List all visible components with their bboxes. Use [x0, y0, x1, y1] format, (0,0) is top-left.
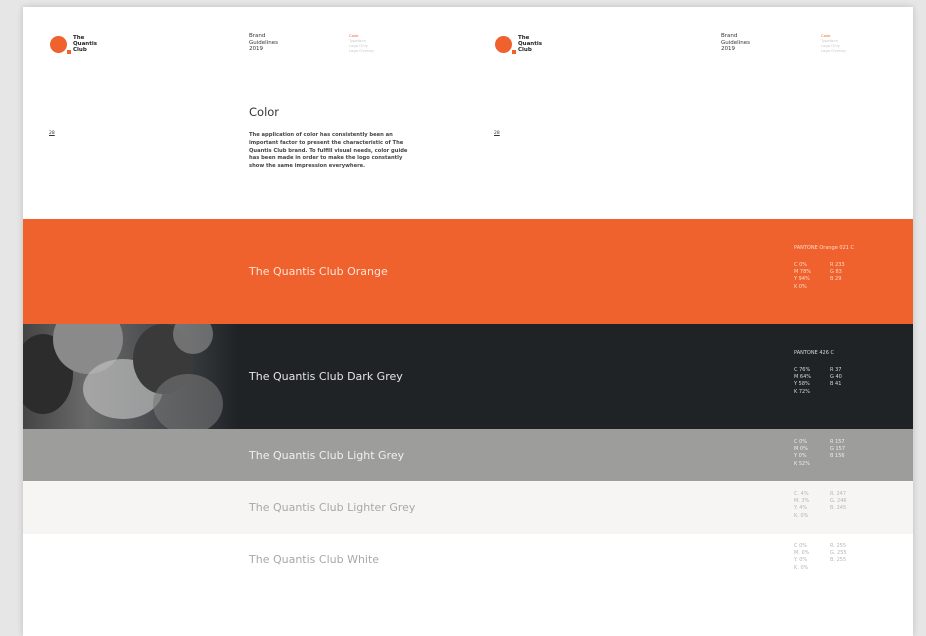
spec-value: K 0% — [794, 283, 807, 290]
spec-value: B 156 — [830, 453, 845, 460]
swatch-name: The Quantis Club Lighter Grey — [249, 501, 416, 514]
swatch-specs: C 76% M 64% Y 58% K 72% R 37 G 40 B 41 — [794, 367, 866, 396]
spec-value: B 29 — [830, 276, 842, 283]
logo-mark-icon — [495, 35, 516, 54]
section-title: Color — [249, 105, 280, 119]
athletes-photo — [23, 324, 238, 429]
spec-value: C 0% — [794, 439, 808, 445]
swatch-specs: C. 4% M. 3% Y. 4% K. 0% R. 247 G. 246 B. 245 — [794, 491, 866, 520]
spec-value: R 37 — [830, 367, 842, 373]
spec-value: M. 3% — [794, 498, 810, 505]
page-marker-right: 28 — [494, 131, 500, 136]
swatch-white: The Quantis Club White C 0% M. 0% Y. 0% K. … — [23, 534, 913, 586]
logo-line: Club — [518, 47, 532, 53]
spec-value: G. 246 — [830, 498, 847, 505]
spec-value: M 78% — [794, 269, 812, 276]
spec-value: R. 255 — [830, 543, 847, 549]
spec-value: M 0% — [794, 446, 808, 453]
spec-value: C. 4% — [794, 491, 809, 497]
logo-right: The Quantis Club — [495, 35, 542, 54]
spec-value: G 40 — [830, 374, 842, 381]
page-marker-left: 28 — [49, 131, 55, 136]
nav-item-logo-overlay[interactable]: Logo Overlay — [349, 48, 374, 53]
swatch-name: The Quantis Club White — [249, 553, 380, 566]
meta-line: 2019 — [249, 46, 263, 52]
logo-text: The Quantis Club — [518, 35, 542, 53]
spec-value: Y 94% — [794, 276, 810, 283]
spec-value: B. 255 — [830, 557, 847, 564]
spec-value: Y 0% — [794, 453, 807, 460]
section-description: The application of color has consistentl… — [249, 132, 408, 170]
header-nav-left: Color Typeface Logo Only Logo Overlay — [349, 33, 374, 53]
spec-value: Y 58% — [794, 381, 810, 388]
swatch-name: The Quantis Club Light Grey — [249, 449, 405, 462]
spec-value: R. 247 — [830, 491, 847, 497]
spec-value: C 0% — [794, 543, 808, 549]
spec-value: M. 0% — [794, 550, 810, 557]
swatch-pantone: PANTONE Orange 021 C — [794, 245, 855, 251]
logo-text: The Quantis Club — [73, 35, 97, 53]
swatch-dark-grey: The Quantis Club Dark Grey PANTONE 426 C… — [23, 324, 913, 429]
swatch-orange: The Quantis Club Orange PANTONE Orange 0… — [23, 219, 913, 324]
swatch-specs: C 0% M 0% Y 0% K 52% R 157 G 157 B 156 — [794, 439, 866, 468]
spec-value: Y. 0% — [794, 557, 808, 564]
spec-value: K 72% — [794, 388, 810, 395]
swatch-lighter-grey: The Quantis Club Lighter Grey C. 4% M. 3%… — [23, 481, 913, 534]
spec-value: M 64% — [794, 374, 812, 381]
spec-value: G 83 — [830, 269, 842, 276]
spec-value: B 41 — [830, 381, 842, 388]
logo-left: The Quantis Club — [50, 35, 97, 54]
spec-value: K 52% — [794, 460, 810, 467]
header-meta-right: Brand Guidelines 2019 — [721, 33, 750, 53]
nav-item-logo-overlay[interactable]: Logo Overlay — [821, 48, 846, 53]
swatch-specs: C 0% M. 0% Y. 0% K. 0% R. 255 G. 255 B. 255 — [794, 543, 866, 572]
swatch-name: The Quantis Club Dark Grey — [249, 370, 403, 383]
swatch-specs: C 0% M 78% Y 94% K 0% R 233 G 83 B 29 — [794, 262, 866, 291]
header-meta-left: Brand Guidelines 2019 — [249, 33, 278, 53]
swatch-name: The Quantis Club Orange — [249, 265, 388, 278]
spec-value: C 0% — [794, 262, 808, 268]
logo-line: Club — [73, 47, 87, 53]
spec-value: G. 255 — [830, 550, 847, 557]
spec-value: K. 0% — [794, 564, 809, 571]
swatch-light-grey: The Quantis Club Light Grey C 0% M 0% Y 0%… — [23, 429, 913, 481]
header-nav-right: Color Typeface Logo Only Logo Overlay — [821, 33, 846, 53]
spec-value: R 233 — [830, 262, 845, 268]
spec-value: G 157 — [830, 446, 846, 453]
spec-value: Y. 4% — [794, 505, 808, 512]
spec-value: R 157 — [830, 439, 845, 445]
spec-value: C 76% — [794, 367, 811, 373]
spec-value: B. 245 — [830, 505, 847, 512]
meta-line: 2019 — [721, 46, 735, 52]
swatch-pantone: PANTONE 426 C — [794, 350, 834, 356]
guideline-page: The Quantis Club Brand Guidelines 2019 C… — [23, 7, 913, 636]
logo-mark-icon — [50, 35, 71, 54]
spec-value: K. 0% — [794, 512, 809, 519]
